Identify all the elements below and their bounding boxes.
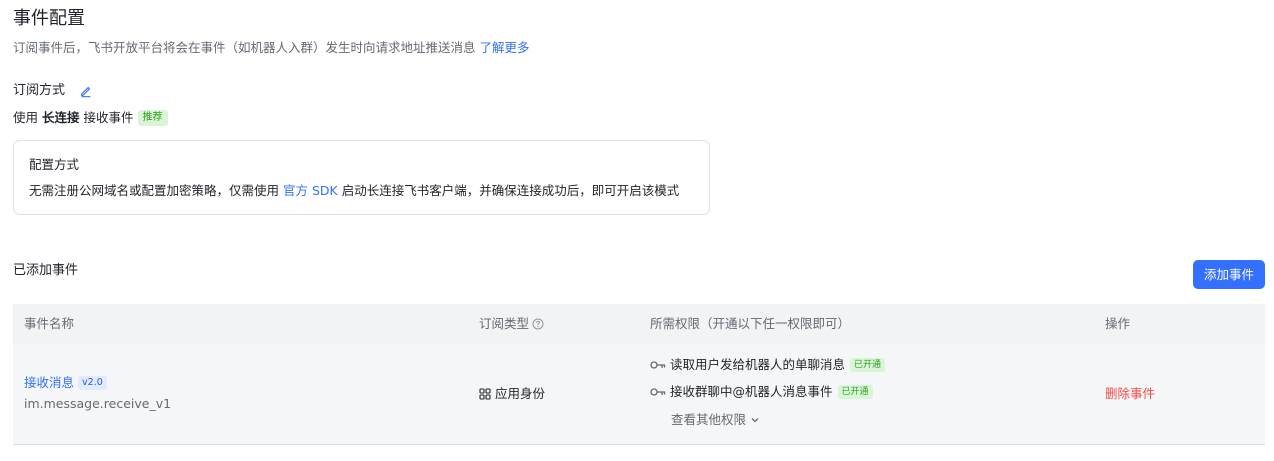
- view-more-permissions-label: 查看其他权限: [671, 412, 747, 427]
- subscription-mode-row: 订阅方式: [13, 82, 93, 100]
- added-events-title: 已添加事件: [13, 263, 79, 278]
- subtitle-text: 订阅事件后，飞书开放平台将会在事件（如机器人入群）发生时向请求地址推送消息: [13, 40, 476, 55]
- sdk-link[interactable]: 官方 SDK: [283, 183, 338, 198]
- subscription-method-line: 使用 长连接 接收事件 推荐: [13, 109, 168, 127]
- page-subtitle: 订阅事件后，飞书开放平台将会在事件（如机器人入群）发生时向请求地址推送消息 了解…: [13, 39, 530, 57]
- table-header: 事件名称 订阅类型 所需权限（开通以下任一权限即可） 操作: [13, 304, 1265, 344]
- view-more-permissions[interactable]: 查看其他权限: [671, 411, 760, 429]
- subscription-type-cell: 应用身份: [479, 385, 545, 403]
- col-permissions: 所需权限（开通以下任一权限即可）: [650, 316, 851, 331]
- event-code: im.message.receive_v1: [24, 396, 172, 411]
- key-icon: [650, 388, 666, 396]
- subscription-type-label: 应用身份: [495, 386, 546, 401]
- learn-more-link[interactable]: 了解更多: [480, 40, 530, 55]
- chevron-down-icon: [751, 418, 759, 423]
- col-subscription-type: 订阅类型: [479, 315, 544, 333]
- col-actions: 操作: [1105, 316, 1131, 331]
- subscription-mode-label: 订阅方式: [13, 83, 66, 98]
- app-grid-icon: [479, 388, 491, 400]
- permission-item: 读取用户发给机器人的单聊消息 已开通: [650, 356, 886, 374]
- subscription-method: 长连接: [42, 110, 80, 125]
- key-icon: [650, 361, 666, 369]
- config-desc-prefix: 无需注册公网域名或配置加密策略，仅需使用: [29, 183, 280, 198]
- add-event-button[interactable]: 添加事件: [1193, 260, 1265, 289]
- config-desc-suffix: 启动长连接飞书客户端，并确保连接成功后，即可开启该模式: [341, 183, 680, 198]
- use-prefix: 使用: [13, 110, 39, 125]
- permission-label: 读取用户发给机器人的单聊消息: [670, 357, 846, 372]
- events-table: 事件名称 订阅类型 所需权限（开通以下任一权限即可） 操作 接收消息 v2.0 …: [13, 304, 1265, 445]
- page-title: 事件配置: [13, 8, 85, 29]
- event-name-link[interactable]: 接收消息: [24, 374, 74, 392]
- help-icon[interactable]: [532, 318, 544, 330]
- config-card-desc: 无需注册公网域名或配置加密策略，仅需使用 官方 SDK 启动长连接飞书客户端，并…: [29, 182, 679, 200]
- event-name-cell: 接收消息 v2.0: [24, 374, 107, 392]
- permission-status-badge: 已开通: [837, 385, 873, 399]
- table-row: 接收消息 v2.0 im.message.receive_v1 应用身份 读取用…: [13, 344, 1265, 445]
- permission-label: 接收群聊中@机器人消息事件: [670, 384, 833, 399]
- config-card-title: 配置方式: [29, 157, 80, 172]
- permission-item: 接收群聊中@机器人消息事件 已开通: [650, 383, 873, 401]
- version-badge: v2.0: [78, 376, 107, 390]
- delete-event-button[interactable]: 删除事件: [1105, 385, 1155, 403]
- use-suffix: 接收事件: [83, 110, 134, 125]
- edit-icon[interactable]: [79, 84, 93, 98]
- col-event-name: 事件名称: [24, 316, 75, 331]
- col-subscription-type-label: 订阅类型: [479, 316, 530, 331]
- recommend-badge: 推荐: [137, 110, 168, 126]
- config-card: 配置方式 无需注册公网域名或配置加密策略，仅需使用 官方 SDK 启动长连接飞书…: [13, 140, 710, 215]
- permission-status-badge: 已开通: [850, 358, 886, 372]
